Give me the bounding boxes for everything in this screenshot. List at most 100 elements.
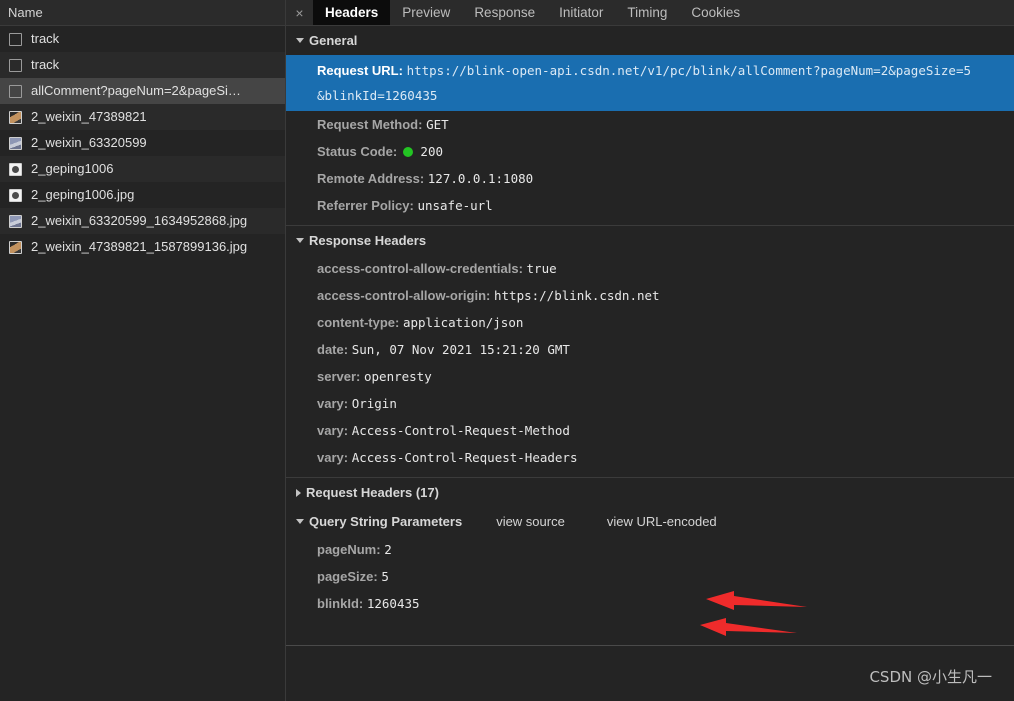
request-url-row[interactable]: Request URL: https://blink-open-api.csdn… — [286, 55, 1014, 111]
request-rows: track track allComment?pageNum=2&pageSi… 2_… — [0, 26, 285, 260]
response-header-row: access-control-allow-credentials: true — [286, 255, 1014, 282]
response-header-rows: access-control-allow-credentials: true ac… — [286, 255, 1014, 471]
arrow-pagesize-icon — [700, 618, 797, 636]
request-detail-panel: × Headers Preview Response Initiator Timing C… — [286, 0, 1014, 701]
csdn-watermark: CSDN @小生凡一 — [869, 668, 992, 686]
section-request-headers-label: Request Headers (17) — [306, 485, 439, 500]
devtools-window: Name track track allComment?pageNum=2&page… — [0, 0, 1014, 701]
request-list-item-label: 2_geping1006 — [31, 161, 114, 176]
query-string-rows: pageNum: 2 pageSize: 5 blinkId: 1260435 — [286, 536, 1014, 617]
section-response-headers-label: Response Headers — [309, 233, 427, 248]
status-code-key: Status Code: — [317, 144, 398, 159]
document-icon — [9, 84, 22, 98]
section-query-string-parameters[interactable]: Query String Parameters view source view… — [286, 507, 1014, 536]
request-method-row: Request Method: GET — [286, 111, 1014, 138]
query-string-key: pageSize: — [317, 569, 378, 584]
response-header-row: vary: Access-Control-Request-Headers — [286, 444, 1014, 471]
query-string-value: 5 — [381, 569, 389, 584]
response-header-value: true — [526, 261, 557, 276]
section-request-headers[interactable]: Request Headers (17) — [286, 478, 1014, 507]
query-string-value: 2 — [384, 542, 392, 557]
request-list-item[interactable]: 2_weixin_47389821_1587899136.jpg — [0, 234, 285, 260]
image-thumbnail-icon — [9, 214, 22, 228]
response-header-key: content-type: — [317, 315, 400, 330]
status-ok-icon — [402, 147, 413, 157]
tab-headers[interactable]: Headers — [313, 0, 391, 25]
tab-cookies[interactable]: Cookies — [679, 0, 752, 25]
detail-tabbar: × Headers Preview Response Initiator Timing C… — [286, 0, 1014, 26]
response-header-key: server: — [317, 369, 361, 384]
image-thumbnail-icon — [9, 188, 22, 202]
status-code-value: 200 — [420, 144, 443, 159]
section-response-headers[interactable]: Response Headers — [286, 226, 1014, 255]
response-header-value: https://blink.csdn.net — [494, 288, 660, 303]
response-header-key: vary: — [317, 423, 349, 438]
request-method-value: GET — [426, 117, 449, 132]
remote-address-value: 127.0.0.1:1080 — [427, 171, 534, 186]
response-header-value: application/json — [402, 315, 524, 330]
tab-preview[interactable]: Preview — [390, 0, 462, 25]
image-thumbnail-icon — [9, 110, 22, 124]
response-header-key: vary: — [317, 396, 349, 411]
request-list-item-label: 2_weixin_63320599_1634952868.jpg — [31, 213, 248, 228]
view-source-link[interactable]: view source — [496, 514, 565, 529]
document-icon — [9, 32, 22, 46]
request-list-item-label: 2_geping1006.jpg — [31, 187, 135, 202]
response-header-key: date: — [317, 342, 349, 357]
request-list-item-label: track — [31, 31, 60, 46]
request-list-item[interactable]: 2_geping1006 — [0, 156, 285, 182]
close-icon[interactable]: × — [286, 0, 313, 25]
referrer-policy-row: Referrer Policy: unsafe-url — [286, 192, 1014, 219]
query-string-row: blinkId: 1260435 — [286, 590, 1014, 617]
response-header-row: vary: Access-Control-Request-Method — [286, 417, 1014, 444]
request-list-item[interactable]: track — [0, 52, 285, 78]
request-url-key: Request URL: — [317, 63, 403, 78]
panel-footer: CSDN @小生凡一 — [286, 645, 1014, 701]
response-header-row: vary: Origin — [286, 390, 1014, 417]
request-list-item[interactable]: track — [0, 26, 285, 52]
tab-initiator[interactable]: Initiator — [547, 0, 615, 25]
remote-address-row: Remote Address: 127.0.0.1:1080 — [286, 165, 1014, 192]
request-list-item[interactable]: allComment?pageNum=2&pageSi… — [0, 78, 285, 104]
referrer-policy-key: Referrer Policy: — [317, 198, 414, 213]
response-header-key: access-control-allow-credentials: — [317, 261, 523, 276]
response-header-value: Sun, 07 Nov 2021 15:21:20 GMT — [351, 342, 570, 357]
status-code-row: Status Code: 200 — [286, 138, 1014, 165]
response-header-row: date: Sun, 07 Nov 2021 15:21:20 GMT — [286, 336, 1014, 363]
response-header-key: vary: — [317, 450, 349, 465]
query-string-view-links: view source view URL-encoded — [496, 514, 758, 529]
section-general[interactable]: General — [286, 26, 1014, 55]
tab-response[interactable]: Response — [462, 0, 547, 25]
request-list-item-label: 2_weixin_47389821 — [31, 109, 147, 124]
chevron-right-icon — [296, 488, 301, 497]
request-list-item[interactable]: 2_weixin_47389821 — [0, 104, 285, 130]
request-url-value: https://blink-open-api.csdn.net/v1/pc/bl… — [406, 63, 972, 78]
response-header-value: Access-Control-Request-Method — [351, 423, 570, 438]
response-header-value: Origin — [351, 396, 397, 411]
request-list-item[interactable]: 2_geping1006.jpg — [0, 182, 285, 208]
query-string-row: pageSize: 5 — [286, 563, 1014, 590]
chevron-down-icon — [296, 519, 304, 524]
headers-scroll-area[interactable]: General Request URL: https://blink-open-… — [286, 26, 1014, 645]
tab-items: Headers Preview Response Initiator Timing Coo… — [313, 0, 752, 25]
request-method-key: Request Method: — [317, 117, 423, 132]
request-list-item-label: track — [31, 57, 60, 72]
response-header-value: openresty — [364, 369, 432, 384]
request-list-item-label: 2_weixin_47389821_1587899136.jpg — [31, 239, 248, 254]
image-thumbnail-icon — [9, 240, 22, 254]
tab-timing[interactable]: Timing — [615, 0, 679, 25]
query-string-row: pageNum: 2 — [286, 536, 1014, 563]
document-icon — [9, 58, 22, 72]
response-header-key: access-control-allow-origin: — [317, 288, 491, 303]
request-list-item-label: 2_weixin_63320599 — [31, 135, 147, 150]
view-url-encoded-link[interactable]: view URL-encoded — [607, 514, 717, 529]
referrer-policy-value: unsafe-url — [417, 198, 493, 213]
image-thumbnail-icon — [9, 136, 22, 150]
column-header-name: Name — [0, 0, 285, 26]
section-general-label: General — [309, 33, 358, 48]
request-list-item[interactable]: 2_weixin_63320599_1634952868.jpg — [0, 208, 285, 234]
remote-address-key: Remote Address: — [317, 171, 425, 186]
request-list-item[interactable]: 2_weixin_63320599 — [0, 130, 285, 156]
request-list-item-label: allComment?pageNum=2&pageSi… — [31, 83, 241, 98]
response-header-row: access-control-allow-origin: https://bli… — [286, 282, 1014, 309]
